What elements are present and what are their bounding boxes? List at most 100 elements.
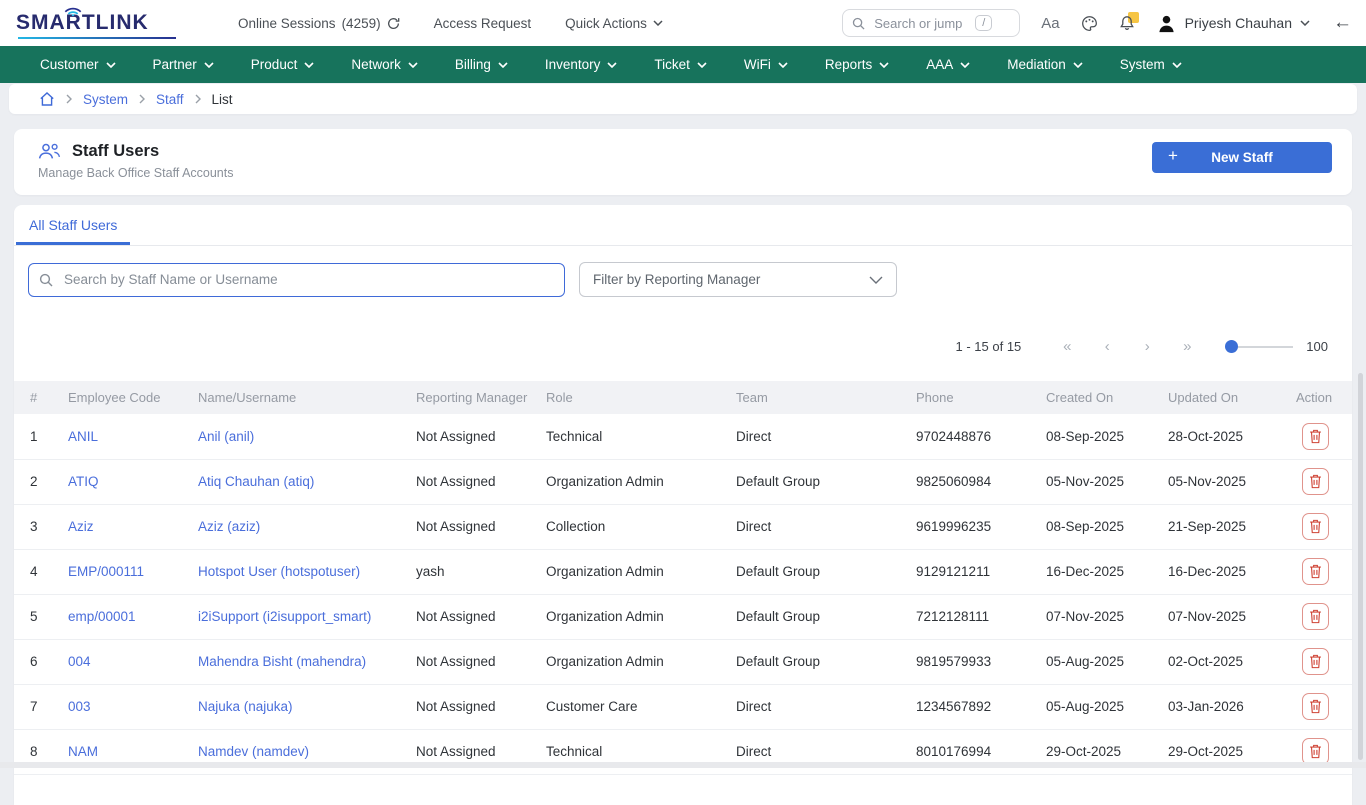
reporting-manager-cell: Not Assigned <box>400 504 530 549</box>
nav-menu-item[interactable]: WiFi <box>744 57 788 72</box>
last-page-button[interactable]: » <box>1167 338 1207 355</box>
updated-on-cell: 02-Oct-2025 <box>1152 639 1280 684</box>
smartlink-logo[interactable]: SMARTLINK <box>16 11 184 35</box>
breadcrumb-link[interactable]: System <box>83 92 128 107</box>
global-search-input[interactable] <box>872 15 968 32</box>
trash-icon <box>1309 519 1322 534</box>
nav-item-label: Network <box>351 57 401 72</box>
delete-staff-button[interactable] <box>1302 648 1329 675</box>
nav-menu-item[interactable]: Inventory <box>545 57 618 72</box>
phone-cell: 9619996235 <box>900 504 1030 549</box>
phone-cell: 7212128111 <box>900 594 1030 639</box>
new-staff-button[interactable]: + New Staff <box>1152 142 1332 173</box>
notifications-button[interactable] <box>1119 15 1135 31</box>
name-username-link[interactable]: Najuka (najuka) <box>182 684 400 729</box>
nav-menu-item[interactable]: Network <box>351 57 418 72</box>
name-username-link[interactable]: i2iSupport (i2isupport_smart) <box>182 594 400 639</box>
global-search[interactable]: / <box>842 9 1020 37</box>
role-cell: Organization Admin <box>530 594 720 639</box>
phone-cell: 9825060984 <box>900 459 1030 504</box>
chevron-down-icon <box>869 276 883 284</box>
horizontal-scrollbar[interactable] <box>0 762 1366 768</box>
online-sessions-link[interactable]: Online Sessions (4259) <box>238 16 400 31</box>
name-username-link[interactable]: Anil (anil) <box>182 414 400 459</box>
slider-knob[interactable] <box>1225 340 1238 353</box>
staff-users-icon <box>38 143 61 160</box>
table-row: 5 emp/00001 i2iSupport (i2isupport_smart… <box>14 594 1352 639</box>
table-header: # Employee Code Name/Username Reporting … <box>14 381 1352 414</box>
staff-search[interactable] <box>28 263 565 297</box>
employee-code-link[interactable]: ATIQ <box>52 459 182 504</box>
delete-staff-button[interactable] <box>1302 468 1329 495</box>
chevron-right-icon <box>65 94 73 104</box>
role-cell: Customer Care <box>530 684 720 729</box>
action-cell <box>1280 414 1352 459</box>
team-cell: Direct <box>720 504 900 549</box>
reporting-manager-filter[interactable]: Filter by Reporting Manager <box>579 262 897 297</box>
name-username-link[interactable]: Hotspot User (hotspotuser) <box>182 549 400 594</box>
delete-staff-button[interactable] <box>1302 738 1329 765</box>
tab-all-staff-users[interactable]: All Staff Users <box>16 205 130 245</box>
nav-menu-item[interactable]: Billing <box>455 57 508 72</box>
access-request-link[interactable]: Access Request <box>434 16 532 31</box>
employee-code-link[interactable]: 004 <box>52 639 182 684</box>
col-updated-on: Updated On <box>1152 381 1280 414</box>
nav-menu-item[interactable]: Reports <box>825 57 889 72</box>
chevron-down-icon <box>697 62 707 68</box>
chevron-down-icon <box>498 62 508 68</box>
prev-page-button[interactable]: ‹ <box>1087 338 1127 355</box>
collapse-arrow-icon[interactable]: ← <box>1333 12 1352 34</box>
row-index: 5 <box>14 594 52 639</box>
first-page-button[interactable]: « <box>1047 338 1087 355</box>
search-icon <box>39 273 53 287</box>
nav-menu-item[interactable]: Ticket <box>654 57 707 72</box>
home-icon[interactable] <box>39 91 55 107</box>
updated-on-cell: 21-Sep-2025 <box>1152 504 1280 549</box>
user-menu[interactable]: Priyesh Chauhan <box>1156 13 1310 34</box>
employee-code-link[interactable]: ANIL <box>52 414 182 459</box>
created-on-cell: 08-Sep-2025 <box>1030 504 1152 549</box>
page-size-slider[interactable] <box>1225 340 1293 353</box>
nav-menu-item[interactable]: Partner <box>153 57 214 72</box>
delete-staff-button[interactable] <box>1302 513 1329 540</box>
next-page-button[interactable]: › <box>1127 338 1167 355</box>
name-username-link[interactable]: Aziz (aziz) <box>182 504 400 549</box>
nav-item-label: WiFi <box>744 57 771 72</box>
staff-users-panel: Staff Users Manage Back Office Staff Acc… <box>14 129 1352 195</box>
theme-palette-button[interactable] <box>1081 15 1098 32</box>
bell-icon <box>1119 15 1135 31</box>
nav-menu-item[interactable]: System <box>1120 57 1182 72</box>
breadcrumb: System Staff List <box>9 84 1357 114</box>
top-header: SMARTLINK Online Sessions (4259) Access … <box>0 0 1366 46</box>
name-username-link[interactable]: Atiq Chauhan (atiq) <box>182 459 400 504</box>
created-on-cell: 07-Nov-2025 <box>1030 594 1152 639</box>
name-username-link[interactable]: Mahendra Bisht (mahendra) <box>182 639 400 684</box>
employee-code-link[interactable]: 003 <box>52 684 182 729</box>
palette-icon <box>1081 15 1098 32</box>
nav-menu-item[interactable]: Mediation <box>1007 57 1083 72</box>
breadcrumb-link[interactable]: Staff <box>156 92 184 107</box>
delete-staff-button[interactable] <box>1302 558 1329 585</box>
font-size-toggle[interactable]: Aa <box>1041 15 1059 32</box>
delete-staff-button[interactable] <box>1302 423 1329 450</box>
nav-menu-item[interactable]: Product <box>251 57 315 72</box>
staff-search-input[interactable] <box>62 271 554 288</box>
delete-staff-button[interactable] <box>1302 693 1329 720</box>
breadcrumb-link[interactable]: List <box>212 92 233 107</box>
quick-actions-menu[interactable]: Quick Actions <box>565 16 663 31</box>
table-row: 7 003 Najuka (najuka) Not Assigned Custo… <box>14 684 1352 729</box>
delete-staff-button[interactable] <box>1302 603 1329 630</box>
online-sessions-label: Online Sessions <box>238 16 336 31</box>
nav-menu-item[interactable]: Customer <box>40 57 116 72</box>
nav-item-label: AAA <box>926 57 953 72</box>
reporting-manager-cell: Not Assigned <box>400 414 530 459</box>
nav-menu-item[interactable]: AAA <box>926 57 970 72</box>
page-title: Staff Users <box>72 142 159 161</box>
col-created-on: Created On <box>1030 381 1152 414</box>
trash-icon <box>1309 609 1322 624</box>
employee-code-link[interactable]: emp/00001 <box>52 594 182 639</box>
vertical-scrollbar[interactable] <box>1358 373 1363 760</box>
employee-code-link[interactable]: Aziz <box>52 504 182 549</box>
refresh-icon[interactable] <box>387 17 400 30</box>
employee-code-link[interactable]: EMP/000111 <box>52 549 182 594</box>
